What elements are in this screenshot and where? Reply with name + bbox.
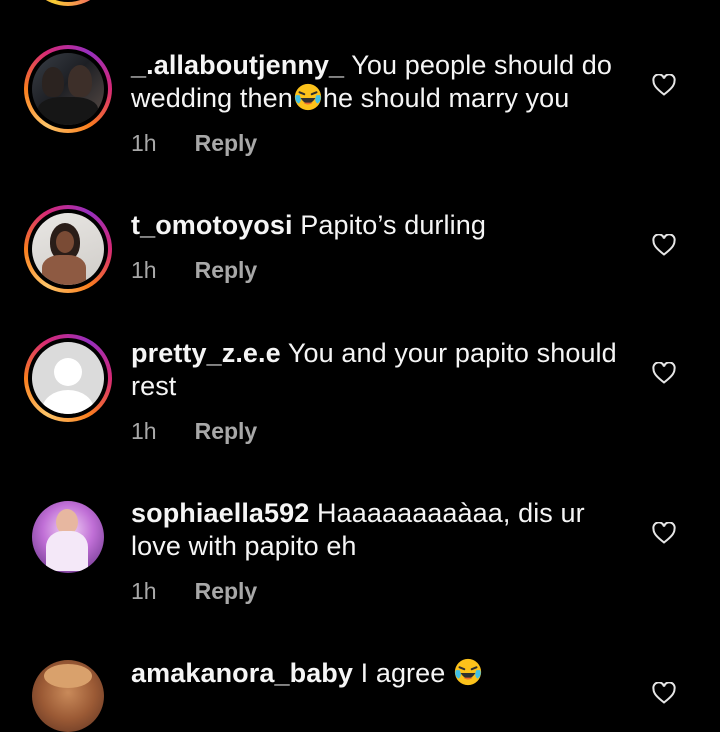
comment-timestamp: 1h — [131, 578, 157, 604]
comment-meta: 1h Reply — [131, 418, 257, 445]
reply-button[interactable]: Reply — [195, 257, 258, 283]
comment-text: t_omotoyosi Papito’s durling — [131, 209, 631, 242]
comment-username[interactable]: sophiaella592 — [131, 498, 309, 528]
comment-username[interactable]: amakanora_baby — [131, 658, 353, 688]
comment-text: pretty_z.e.e You and your papito should … — [131, 337, 631, 403]
laughing-emoji-icon — [454, 658, 482, 686]
comment-username[interactable]: pretty_z.e.e — [131, 338, 281, 368]
laughing-emoji-icon — [294, 83, 321, 111]
heart-outline-icon[interactable] — [652, 74, 676, 96]
comment-meta: 1h Reply — [131, 257, 257, 284]
comment-body: I agree — [360, 658, 446, 688]
comment-meta: 1h Reply — [131, 130, 257, 157]
comment-body-continued: he should marry you — [322, 83, 570, 113]
reply-button[interactable]: Reply — [195, 130, 258, 156]
comment-username[interactable]: t_omotoyosi — [131, 210, 293, 240]
comment-text: amakanora_baby I agree — [131, 657, 631, 690]
avatar[interactable] — [24, 205, 112, 293]
avatar[interactable] — [32, 501, 104, 573]
avatar[interactable] — [24, 334, 112, 422]
comment-username[interactable]: _.allaboutjenny_ — [131, 50, 344, 80]
default-avatar-icon — [32, 342, 104, 414]
avatar[interactable] — [24, 45, 112, 133]
comment-text: _.allaboutjenny_ You people should do we… — [131, 49, 631, 115]
comment-timestamp: 1h — [131, 130, 157, 156]
heart-outline-icon[interactable] — [652, 522, 676, 544]
comment-body: Papito’s durling — [300, 210, 486, 240]
comment-meta: 1h Reply — [131, 578, 257, 605]
comment-text: sophiaella592 Haaaaaaaaàaa, dis ur love … — [131, 497, 631, 563]
previous-comment-avatar[interactable] — [24, 0, 112, 6]
heart-outline-icon[interactable] — [652, 362, 676, 384]
comment-timestamp: 1h — [131, 257, 157, 283]
reply-button[interactable]: Reply — [195, 418, 258, 444]
reply-button[interactable]: Reply — [195, 578, 258, 604]
heart-outline-icon[interactable] — [652, 682, 676, 704]
comment-timestamp: 1h — [131, 418, 157, 444]
heart-outline-icon[interactable] — [652, 234, 676, 256]
avatar[interactable] — [32, 660, 104, 732]
